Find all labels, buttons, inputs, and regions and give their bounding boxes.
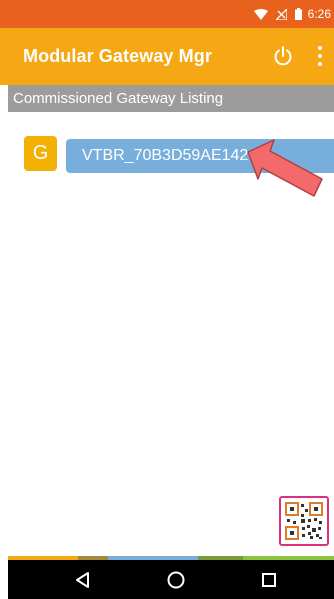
- navigation-bar: [8, 560, 334, 599]
- home-icon: [167, 571, 185, 589]
- gateway-badge[interactable]: G: [24, 136, 57, 171]
- recent-apps-button[interactable]: [258, 569, 280, 591]
- qr-code-icon: [285, 502, 323, 540]
- home-button[interactable]: [165, 569, 187, 591]
- back-button[interactable]: [72, 569, 94, 591]
- battery-icon: [294, 8, 302, 20]
- no-signal-icon: [275, 8, 287, 20]
- overflow-menu-button[interactable]: [313, 43, 327, 69]
- section-title: Commissioned Gateway Listing: [13, 90, 224, 107]
- back-icon: [76, 572, 89, 588]
- gateway-list: G VTBR_70B3D59AE142: [8, 112, 334, 556]
- menu-dot: [318, 54, 322, 58]
- pointer-arrow-icon: [247, 139, 323, 197]
- app-title: Modular Gateway Mgr: [23, 46, 212, 66]
- qr-scan-button[interactable]: [279, 496, 329, 546]
- gateway-name: VTBR_70B3D59AE142: [82, 147, 249, 164]
- app-bar: Modular Gateway Mgr: [0, 28, 334, 85]
- status-bar: 6:26: [0, 0, 334, 28]
- power-button[interactable]: [272, 45, 294, 67]
- section-header: Commissioned Gateway Listing: [8, 85, 334, 112]
- menu-dot: [318, 62, 322, 66]
- power-icon: [274, 46, 292, 66]
- wifi-icon: [253, 8, 268, 20]
- status-time: 6:26: [307, 7, 331, 21]
- menu-dot: [318, 46, 322, 50]
- recent-apps-icon: [262, 573, 276, 587]
